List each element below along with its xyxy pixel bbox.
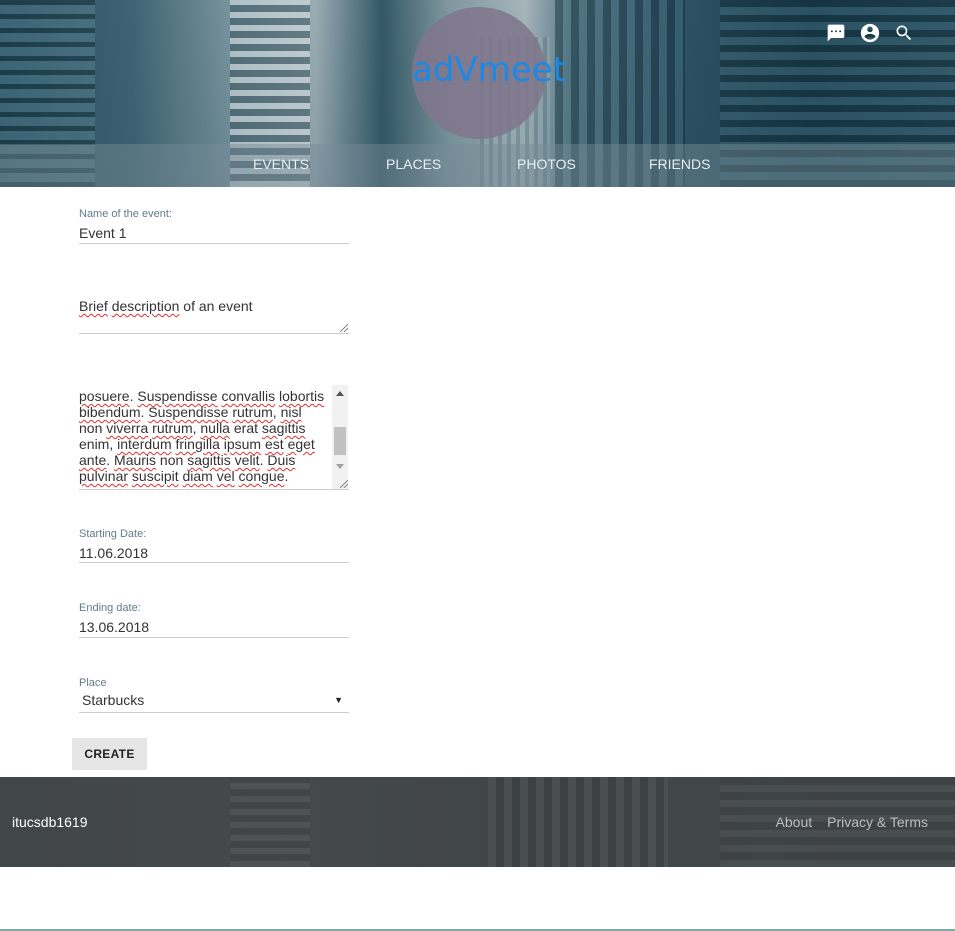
footer-links: About Privacy & Terms xyxy=(776,814,928,830)
start-date-label: Starting Date: xyxy=(79,528,147,540)
place-select[interactable]: Starbucks ▼ xyxy=(79,690,349,712)
start-date-input[interactable]: 11.06.2018 xyxy=(79,545,349,567)
nav-events[interactable]: EVENTS xyxy=(253,156,309,172)
chat-icon[interactable] xyxy=(825,22,847,44)
place-label: Place xyxy=(79,677,107,689)
end-date-field[interactable]: Ending date: 13.06.2018 xyxy=(79,602,349,638)
event-details-textarea[interactable]: posuere. Suspendisse convallis lobortis b… xyxy=(79,385,349,490)
details-word: ante xyxy=(79,452,107,468)
details-word: congue xyxy=(238,468,285,484)
dropdown-caret-icon[interactable]: ▼ xyxy=(334,695,343,705)
event-name-label: Name of the event: xyxy=(79,208,172,220)
details-word: rutrum xyxy=(152,420,193,436)
scroll-up-arrow-icon[interactable] xyxy=(336,391,344,396)
details-word: suscipit xyxy=(131,468,179,484)
details-word: eget xyxy=(287,436,315,452)
details-word: enim xyxy=(79,436,110,452)
nav-places[interactable]: PLACES xyxy=(386,156,441,172)
footer-link-about[interactable]: About xyxy=(776,814,813,830)
nav-friends[interactable]: FRIENDS xyxy=(649,156,710,172)
details-word: sagittis xyxy=(187,452,231,468)
details-word: posuere xyxy=(79,388,130,404)
details-word: velit xyxy=(234,452,260,468)
details-word: , xyxy=(272,404,281,420)
start-date-field[interactable]: Starting Date: 11.06.2018 xyxy=(79,528,349,563)
details-word: Suspendisse xyxy=(148,404,229,420)
details-line: pulvinar suscipit diam vel congue. xyxy=(79,468,325,484)
details-word: . xyxy=(106,452,115,468)
place-field: Place Starbucks ▼ xyxy=(79,677,349,713)
place-selected-value: Starbucks xyxy=(82,692,145,708)
details-line: enim, interdum fringilla ipsum est eget xyxy=(79,436,325,452)
create-button[interactable]: CREATE xyxy=(72,738,147,770)
details-word: pulvinar xyxy=(79,468,129,484)
details-word: fringilla xyxy=(175,436,220,452)
account-icon[interactable] xyxy=(859,22,881,44)
event-description-textarea[interactable]: Brief description of an event xyxy=(79,298,349,334)
event-name-input[interactable]: Event 1 xyxy=(79,225,349,247)
scroll-thumb[interactable] xyxy=(334,427,346,455)
details-word: ipsum xyxy=(223,436,262,452)
details-word: sagittis xyxy=(261,420,306,436)
end-date-input[interactable]: 13.06.2018 xyxy=(79,619,349,641)
details-line: ante. Mauris non sagittis velit. Duis xyxy=(79,452,325,468)
footer-brand: itucsdb1619 xyxy=(12,814,88,830)
scroll-down-arrow-icon[interactable] xyxy=(336,464,344,469)
details-line: posuere. Suspendisse convallis lobortis xyxy=(79,388,325,404)
details-word: Duis xyxy=(267,452,296,468)
footer-link-privacy-terms[interactable]: Privacy & Terms xyxy=(827,814,928,830)
details-word: nisl xyxy=(280,404,302,420)
footer-background-building xyxy=(488,777,668,867)
end-date-label: Ending date: xyxy=(79,602,141,614)
main-nav: EVENTS PLACES PHOTOS FRIENDS xyxy=(0,144,955,187)
details-word: convallis xyxy=(221,388,276,404)
textarea-scrollbar[interactable] xyxy=(332,385,348,489)
event-description-text: Brief description of an event xyxy=(79,298,253,314)
details-line: non viverra rutrum, nulla erat sagittis xyxy=(79,420,325,436)
details-word: non xyxy=(79,420,103,436)
details-word: Mauris xyxy=(114,452,157,468)
details-word: nulla xyxy=(200,420,230,436)
footer-background-building xyxy=(230,777,310,867)
details-word: , xyxy=(109,436,118,452)
details-word: est xyxy=(265,436,284,452)
details-word: viverra xyxy=(106,420,149,436)
details-word: . xyxy=(284,468,289,484)
details-word: rutrum xyxy=(232,404,273,420)
event-details-text: posuere. Suspendisse convallis lobortis b… xyxy=(79,388,349,484)
details-word: bibendum xyxy=(79,404,141,420)
details-word: Suspendisse xyxy=(137,388,218,404)
logo[interactable]: adVmeet xyxy=(412,52,566,88)
details-word: vel xyxy=(216,468,235,484)
nav-photos[interactable]: PHOTOS xyxy=(517,156,576,172)
header: adVmeet EVENTS PLACES PHOTOS FRIENDS xyxy=(0,0,955,187)
details-word: diam xyxy=(182,468,213,484)
footer: itucsdb1619 About Privacy & Terms xyxy=(0,777,955,867)
resize-handle-icon[interactable] xyxy=(340,480,348,488)
details-word: erat xyxy=(229,420,262,436)
details-line: bibendum. Suspendisse rutrum, nisl xyxy=(79,404,325,420)
details-word: non xyxy=(156,452,188,468)
header-actions xyxy=(825,22,915,44)
resize-handle-icon[interactable] xyxy=(340,324,348,332)
details-word: interdum xyxy=(117,436,172,452)
event-name-field[interactable]: Name of the event: Event 1 xyxy=(79,208,349,244)
details-word: lobortis xyxy=(279,388,325,404)
search-icon[interactable] xyxy=(893,22,915,44)
